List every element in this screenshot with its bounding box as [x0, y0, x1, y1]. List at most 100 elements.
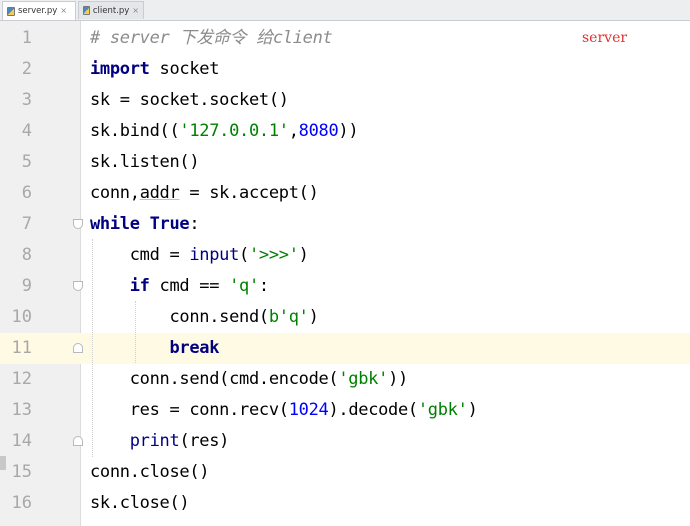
code-line[interactable]: 10 conn.send(b'q')	[0, 302, 690, 333]
tab-client-py[interactable]: client.py ×	[78, 1, 144, 19]
code-text: print(res)	[90, 426, 230, 457]
code-token: conn.close()	[90, 462, 210, 482]
code-line[interactable]: 4 sk.bind(('127.0.0.1',8080))	[0, 116, 690, 147]
code-line[interactable]: 9 if cmd == 'q':	[0, 271, 690, 302]
code-token: )	[308, 307, 319, 327]
code-token: addr	[139, 183, 180, 203]
editor-tab-bar: server.py × client.py ×	[0, 0, 690, 21]
scroll-marker[interactable]	[0, 456, 6, 470]
code-token: 'gbk'	[417, 400, 468, 420]
line-number: 1	[21, 28, 32, 48]
code-line[interactable]: 2 import socket	[0, 54, 690, 85]
tab-label: client.py	[92, 5, 130, 16]
code-token: b'q'	[268, 307, 309, 327]
code-token: ).decode(	[328, 400, 418, 420]
code-line[interactable]: 13 res = conn.recv(1024).decode('gbk')	[0, 395, 690, 426]
code-text: while True:	[90, 209, 200, 240]
close-tab-icon[interactable]: ×	[132, 6, 139, 15]
code-token: conn,	[90, 183, 140, 203]
code-token: cmd =	[90, 245, 190, 265]
code-token: sk.bind((	[90, 121, 180, 141]
code-token: sk.close()	[90, 493, 190, 513]
line-number: 5	[21, 152, 32, 172]
code-line[interactable]: 11 break	[0, 333, 690, 364]
code-token: cmd ==	[149, 276, 230, 296]
code-token: import	[90, 59, 150, 79]
fold-open-icon[interactable]	[73, 281, 83, 291]
code-token: # server 下发命令 给client	[90, 28, 333, 48]
close-tab-icon[interactable]: ×	[60, 7, 67, 15]
code-text: cmd = input('>>>')	[90, 240, 309, 271]
code-token: break	[169, 338, 220, 358]
annotation-label: server	[582, 30, 628, 46]
code-token: ))	[388, 369, 408, 389]
indent-guide	[135, 301, 136, 363]
line-number: 14	[11, 431, 32, 451]
code-text: break	[90, 333, 219, 364]
line-number: 4	[21, 121, 32, 141]
code-token: '127.0.0.1'	[179, 121, 289, 141]
code-text: if cmd == 'q':	[90, 271, 269, 302]
code-token: res = conn.recv(	[90, 400, 289, 420]
code-token: 'q'	[229, 276, 259, 296]
fold-close-icon[interactable]	[73, 343, 83, 353]
code-line[interactable]: 7 while True:	[0, 209, 690, 240]
code-text: conn.close()	[90, 457, 210, 488]
code-token: '>>>'	[248, 245, 299, 265]
tab-label: server.py	[18, 6, 58, 16]
code-text: import socket	[90, 54, 219, 85]
code-token: conn.send(cmd.encode(	[90, 369, 339, 389]
code-token: 1024	[288, 400, 329, 420]
line-number: 13	[11, 400, 32, 420]
code-token: )	[467, 400, 478, 420]
line-number: 12	[11, 369, 32, 389]
code-token: 'gbk'	[338, 369, 389, 389]
line-number: 7	[21, 214, 32, 234]
code-token: )	[298, 245, 309, 265]
line-number: 11	[11, 338, 32, 358]
python-file-icon	[7, 6, 15, 16]
code-token: :	[258, 276, 269, 296]
code-text: conn,addr = sk.accept()	[90, 178, 319, 209]
line-number: 8	[21, 245, 32, 265]
code-token: print	[129, 431, 180, 451]
code-line[interactable]: 14 print(res)	[0, 426, 690, 457]
code-token: True	[149, 214, 190, 234]
code-text: sk.listen()	[90, 147, 200, 178]
code-text: conn.send(b'q')	[90, 302, 319, 333]
code-token: (	[239, 245, 249, 265]
line-number: 3	[21, 90, 32, 110]
fold-open-icon[interactable]	[73, 219, 83, 229]
code-token: ))	[338, 121, 359, 141]
code-line[interactable]: 3 sk = socket.socket()	[0, 85, 690, 116]
line-number: 16	[11, 493, 32, 513]
code-token: conn.send(	[90, 307, 269, 327]
line-number: 9	[21, 276, 32, 296]
code-line[interactable]: 12 conn.send(cmd.encode('gbk'))	[0, 364, 690, 395]
code-line[interactable]: 16 sk.close()	[0, 488, 690, 519]
fold-close-icon[interactable]	[73, 436, 83, 446]
code-line[interactable]: 15 conn.close()	[0, 457, 690, 488]
code-line[interactable]: 6 conn,addr = sk.accept()	[0, 178, 690, 209]
line-number: 2	[21, 59, 32, 79]
indent-guide	[92, 239, 93, 457]
code-text: sk.close()	[90, 488, 190, 519]
code-token: input	[189, 245, 240, 265]
code-token: sk = socket.socket()	[90, 90, 289, 110]
code-line[interactable]: 8 cmd = input('>>>')	[0, 240, 690, 271]
code-token: socket	[149, 59, 220, 79]
code-text: res = conn.recv(1024).decode('gbk')	[90, 395, 478, 426]
code-line[interactable]: 5 sk.listen()	[0, 147, 690, 178]
code-token: sk.listen()	[90, 152, 200, 172]
code-token: ,	[288, 121, 299, 141]
code-token: (res)	[179, 431, 230, 451]
line-number: 10	[11, 307, 32, 327]
code-token: = sk.accept()	[179, 183, 319, 203]
tab-server-py[interactable]: server.py ×	[2, 1, 76, 20]
code-text: # server 下发命令 给client	[90, 23, 333, 54]
code-token: while	[90, 214, 140, 234]
